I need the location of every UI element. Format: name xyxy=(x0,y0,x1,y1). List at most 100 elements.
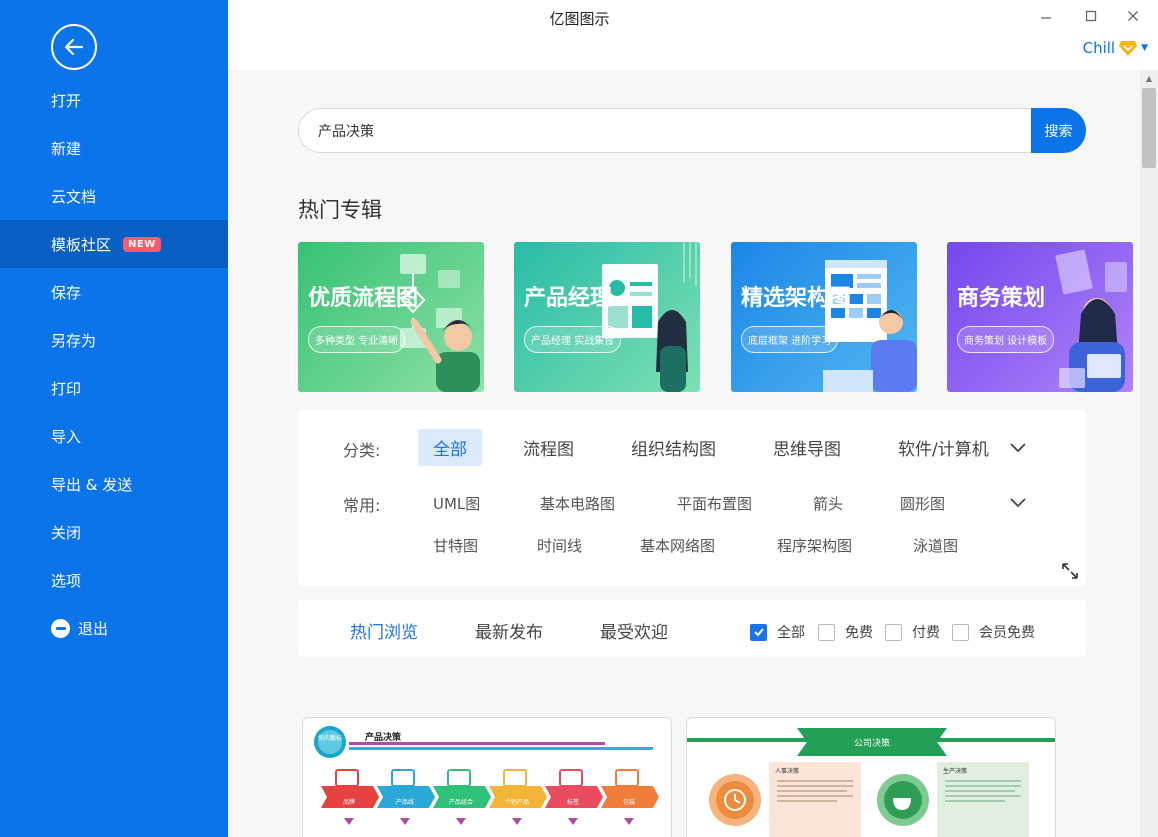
chevron-down-icon[interactable] xyxy=(1008,492,1028,512)
template-thumbnail: 公司决策 人事决策 生产决策 xyxy=(687,728,1055,837)
sidebar: 打开 新建 云文档 模板社区 NEW 保存 另存为 打印 导入 导出 & 发送 … xyxy=(0,0,228,837)
step-label: 标签 xyxy=(567,798,579,806)
sidebar-item-export-send[interactable]: 导出 & 发送 xyxy=(0,460,228,508)
sidebar-item-label: 模板社区 xyxy=(51,235,112,254)
minimize-button[interactable] xyxy=(1031,4,1061,28)
category-filter-panel: 分类: 全部 流程图 组织结构图 思维导图 软件/计算机 常用: UML图 基本… xyxy=(298,410,1086,586)
filter-all-checkbox[interactable]: 全部 xyxy=(750,622,805,642)
template-community-main: 搜索 热门专辑 优质流程图 多种类型 专业清晰 xyxy=(228,70,1140,837)
album-subtitle: 商务策划 设计模板 xyxy=(957,326,1055,353)
sort-tabs-panel: 热门浏览 最新发布 最受欢迎 全部 免费 付费 会员免费 xyxy=(298,600,1086,657)
flowchart-illustration xyxy=(400,254,480,392)
sidebar-item-print[interactable]: 打印 xyxy=(0,364,228,412)
scroll-thumb[interactable] xyxy=(1142,88,1156,168)
checkbox xyxy=(952,623,969,641)
tab-popular[interactable]: 最受欢迎 xyxy=(600,618,668,643)
search-input[interactable] xyxy=(298,108,1038,153)
chevron-down-icon[interactable] xyxy=(1008,437,1028,457)
filter-member-free-checkbox[interactable]: 会员免费 xyxy=(952,622,1035,642)
common-label: 常用: xyxy=(343,496,381,515)
app-title: 亿图图示 xyxy=(549,10,610,28)
search-button[interactable]: 搜索 xyxy=(1031,108,1086,153)
category-flowchart[interactable]: 流程图 xyxy=(508,429,589,466)
common-timeline[interactable]: 时间线 xyxy=(537,535,582,556)
common-arrow[interactable]: 箭头 xyxy=(813,493,843,514)
sidebar-item-label: 保存 xyxy=(51,283,82,302)
sidebar-item-exit[interactable]: 退出 xyxy=(0,604,228,652)
common-circle-diagram[interactable]: 圆形图 xyxy=(900,493,945,514)
architecture-illustration xyxy=(823,260,917,392)
sidebar-item-import[interactable]: 导入 xyxy=(0,412,228,460)
category-org-chart[interactable]: 组织结构图 xyxy=(616,429,731,466)
back-button[interactable] xyxy=(51,24,97,70)
template-card[interactable]: 公司决策 人事决策 生产决策 xyxy=(686,717,1056,837)
common-uml[interactable]: UML图 xyxy=(433,493,480,514)
album-banner-flowchart[interactable]: 优质流程图 多种类型 专业清晰 xyxy=(298,242,484,392)
sidebar-menu: 打开 新建 云文档 模板社区 NEW 保存 另存为 打印 导入 导出 & 发送 … xyxy=(0,76,228,652)
album-subtitle: 多种类型 专业清晰 xyxy=(308,326,406,353)
album-title: 产品经理 xyxy=(524,286,613,311)
vertical-scrollbar[interactable]: ▲ xyxy=(1140,70,1158,837)
filter-label: 付费 xyxy=(912,625,940,641)
close-icon xyxy=(1128,11,1138,21)
album-banner-business[interactable]: 商务策划 商务策划 设计模板 xyxy=(947,242,1133,392)
filter-label: 全部 xyxy=(777,625,805,641)
filter-paid-checkbox[interactable]: 付费 xyxy=(885,622,940,642)
sidebar-item-label: 导出 & 发送 xyxy=(51,475,133,494)
checkbox xyxy=(818,623,835,641)
close-window-button[interactable] xyxy=(1118,4,1148,28)
template-title: 产品决策 xyxy=(365,731,402,743)
diamond-icon xyxy=(1119,41,1138,56)
sidebar-item-save-as[interactable]: 另存为 xyxy=(0,316,228,364)
sidebar-item-label: 云文档 xyxy=(51,187,97,206)
common-basic-circuit[interactable]: 基本电路图 xyxy=(540,493,615,514)
category-mind-map[interactable]: 思维导图 xyxy=(758,429,856,466)
tab-latest[interactable]: 最新发布 xyxy=(475,618,543,643)
common-floor-plan[interactable]: 平面布置图 xyxy=(677,493,752,514)
album-banner-architecture[interactable]: 精选架构图 底层框架 进阶学习 xyxy=(731,242,917,392)
sidebar-item-close[interactable]: 关闭 xyxy=(0,508,228,556)
sidebar-item-label: 选项 xyxy=(51,571,82,590)
checkbox-checked xyxy=(750,623,767,641)
step-arrows xyxy=(321,786,659,808)
category-label: 分类: xyxy=(343,441,381,460)
expand-icon[interactable] xyxy=(1060,561,1080,581)
common-basic-network[interactable]: 基本网络图 xyxy=(640,535,715,556)
sidebar-item-template-community[interactable]: 模板社区 NEW xyxy=(0,220,228,268)
logo-badge-text: 你的徽标 xyxy=(318,734,342,742)
album-title: 精选架构图 xyxy=(741,286,852,311)
maximize-button[interactable] xyxy=(1076,4,1106,28)
user-menu[interactable]: Chill ▼ xyxy=(1083,39,1148,57)
category-software[interactable]: 软件/计算机 xyxy=(883,429,1004,466)
sidebar-item-label: 打印 xyxy=(51,379,82,398)
album-banner-product-manager[interactable]: 产品经理 产品经理 实战集合 xyxy=(514,242,700,392)
sidebar-item-save[interactable]: 保存 xyxy=(0,268,228,316)
common-swimlane[interactable]: 泳道图 xyxy=(913,535,958,556)
scroll-up-icon[interactable]: ▲ xyxy=(1140,70,1158,86)
minus-circle-icon xyxy=(51,618,70,638)
template-title: 公司决策 xyxy=(854,737,890,749)
tab-hot[interactable]: 热门浏览 xyxy=(350,618,418,643)
common-program-architecture[interactable]: 程序架构图 xyxy=(777,535,852,556)
sidebar-item-open[interactable]: 打开 xyxy=(0,76,228,124)
sidebar-item-options[interactable]: 选项 xyxy=(0,556,228,604)
sidebar-item-label: 关闭 xyxy=(51,523,82,542)
filter-free-checkbox[interactable]: 免费 xyxy=(818,622,873,642)
step-label: 品牌 xyxy=(343,798,355,806)
sidebar-item-label: 另存为 xyxy=(51,331,97,350)
checkbox xyxy=(885,623,902,641)
step-label: 包装 xyxy=(623,798,635,806)
sidebar-item-label: 打开 xyxy=(51,91,82,110)
hot-albums-title: 热门专辑 xyxy=(298,198,382,222)
album-subtitle: 产品经理 实战集合 xyxy=(524,326,622,353)
title-bar: 亿图图示 Chill ▼ xyxy=(228,0,1158,70)
common-gantt[interactable]: 甘特图 xyxy=(433,535,478,556)
template-card[interactable]: 你的徽标 产品决策 品牌 产品线 产品组合 个别产品 标签 包装 xyxy=(302,717,672,837)
sidebar-item-label: 新建 xyxy=(51,139,82,158)
sidebar-item-new[interactable]: 新建 xyxy=(0,124,228,172)
arrow-left-icon xyxy=(64,38,84,56)
sidebar-item-cloud-docs[interactable]: 云文档 xyxy=(0,172,228,220)
filter-label: 免费 xyxy=(845,625,873,641)
album-title: 优质流程图 xyxy=(308,286,419,311)
category-all[interactable]: 全部 xyxy=(418,429,482,466)
